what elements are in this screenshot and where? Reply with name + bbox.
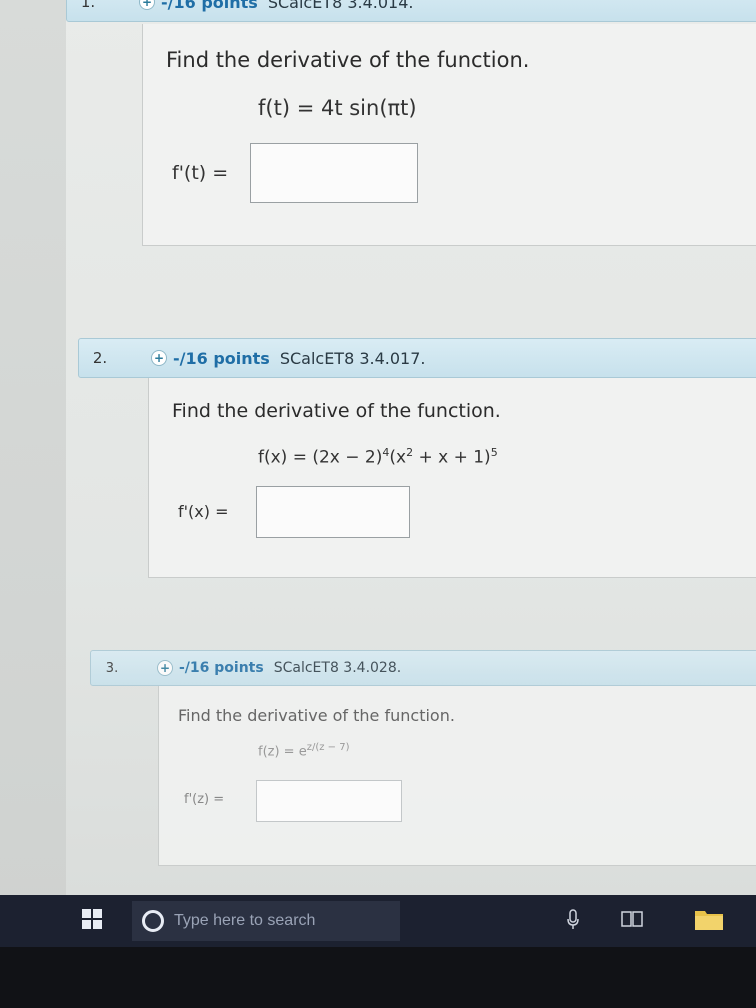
question-prompt: Find the derivative of the function. <box>172 400 501 422</box>
file-explorer-icon[interactable] <box>694 907 724 936</box>
microphone-icon[interactable] <box>566 909 580 936</box>
function-middle: (x <box>389 447 407 468</box>
taskbar: Type here to search <box>0 895 756 947</box>
function-exponent: z/(z − 7) <box>306 742 350 753</box>
expand-plus-icon[interactable]: + <box>157 660 173 676</box>
question-points: -/16 points <box>173 348 270 368</box>
answer-label: f'(x) = <box>178 502 229 521</box>
function-expression: f(z) = ez/(z − 7) <box>258 742 349 759</box>
answer-label: f'(t) = <box>172 162 229 184</box>
function-lhs: f(x) = (2x − 2) <box>258 447 383 468</box>
question-number: 3. <box>105 660 119 676</box>
left-margin <box>0 0 66 935</box>
question-prompt: Find the derivative of the function. <box>166 48 530 72</box>
question-source: SCalcET8 3.4.017. <box>279 348 426 368</box>
function-exponent: 5 <box>490 446 498 459</box>
windows-start-icon[interactable] <box>82 909 102 929</box>
search-placeholder: Type here to search <box>174 912 316 929</box>
function-expression: f(x) = (2x − 2)4(x2 + x + 1)5 <box>258 446 498 468</box>
answer-input[interactable] <box>250 143 418 203</box>
question-number: 2. <box>92 349 108 367</box>
question-1-header: 1. + -/16 points SCalcET8 3.4.014. <box>66 0 756 22</box>
question-points: -/16 points <box>179 660 264 676</box>
question-number: 1. <box>80 0 96 11</box>
answer-input[interactable] <box>256 486 410 538</box>
screen: 1. + -/16 points SCalcET8 3.4.014. Find … <box>0 0 756 935</box>
expand-plus-icon[interactable]: + <box>139 0 155 10</box>
function-lhs: f(z) = e <box>258 744 307 760</box>
function-rest: + x + 1) <box>413 447 491 468</box>
question-2-header: 2. + -/16 points SCalcET8 3.4.017. <box>78 338 756 378</box>
cortana-circle-icon <box>142 910 164 932</box>
monitor-bezel <box>0 947 756 1008</box>
taskbar-search-box[interactable]: Type here to search <box>132 901 400 941</box>
question-prompt: Find the derivative of the function. <box>178 706 455 725</box>
question-source: SCalcET8 3.4.014. <box>267 0 414 12</box>
expand-plus-icon[interactable]: + <box>151 350 167 366</box>
function-expression: f(t) = 4t sin(πt) <box>258 96 417 120</box>
question-3-header: 3. + -/16 points SCalcET8 3.4.028. <box>90 650 756 686</box>
answer-label: f'(z) = <box>184 792 225 807</box>
question-points: -/16 points <box>161 0 258 12</box>
task-view-icon[interactable] <box>620 909 644 936</box>
answer-input[interactable] <box>256 780 402 822</box>
question-source: SCalcET8 3.4.028. <box>273 660 402 676</box>
